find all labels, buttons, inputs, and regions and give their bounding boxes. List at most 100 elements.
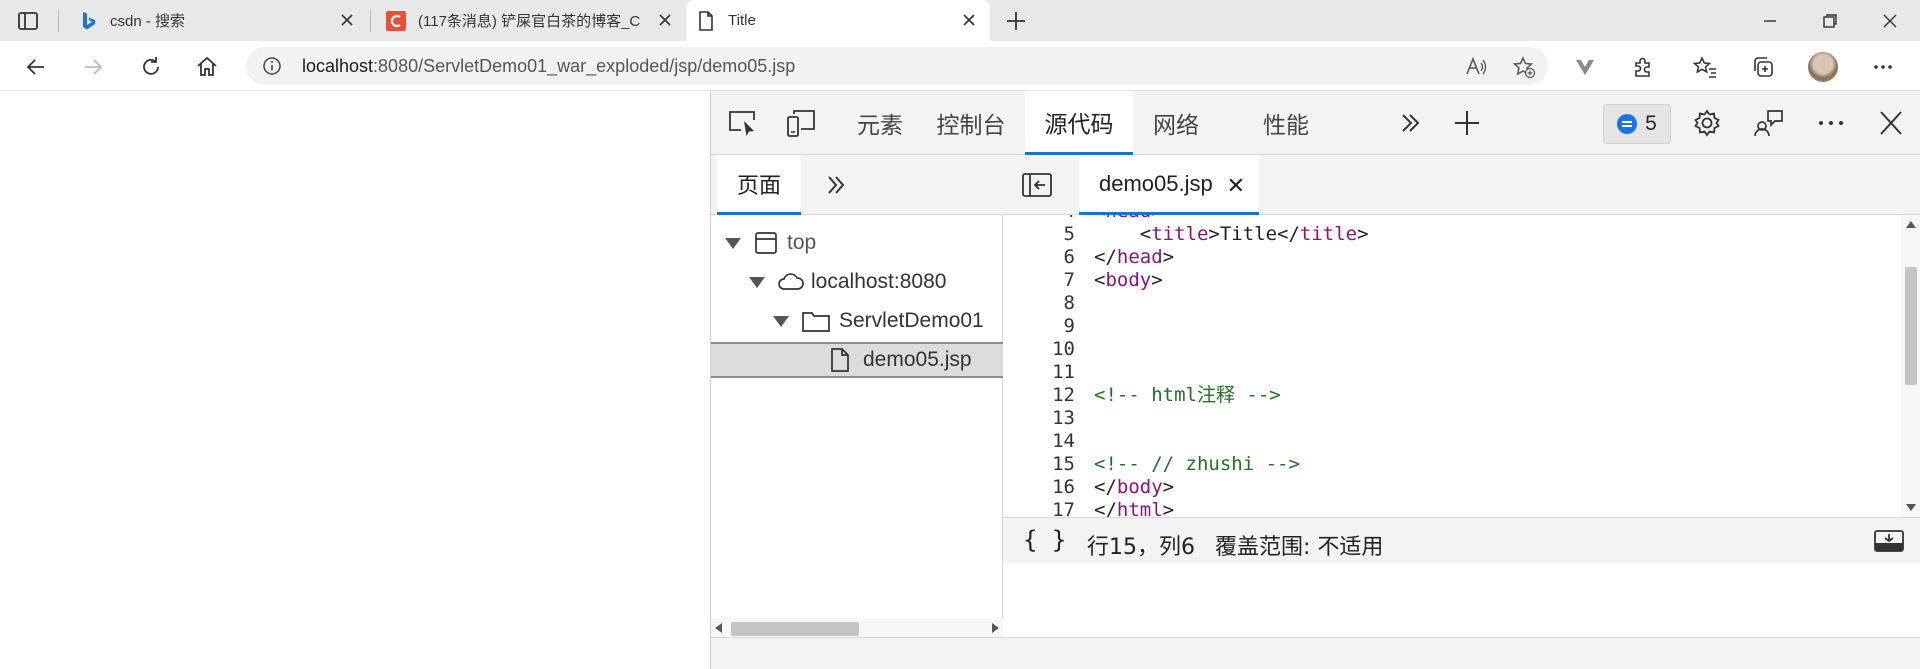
address-bar[interactable]: localhost:8080/ServletDemo01_war_explode…	[246, 47, 1548, 85]
settings-gear-icon[interactable]	[1691, 108, 1723, 138]
tab-performance[interactable]: 性能	[1241, 91, 1331, 155]
add-favorite-icon[interactable]	[1512, 55, 1536, 79]
more-tabs-chevron-icon[interactable]	[1395, 108, 1427, 138]
line-number[interactable]: 17	[1003, 499, 1075, 517]
inspect-element-icon[interactable]	[727, 108, 759, 138]
tab-csdn-search[interactable]: csdn - 搜索	[78, 0, 368, 41]
tree-item-folder[interactable]: ServletDemo01	[711, 305, 1003, 337]
device-emulation-icon[interactable]	[785, 108, 817, 138]
expand-arrow-icon[interactable]	[749, 276, 765, 288]
minimize-icon[interactable]	[1760, 11, 1780, 31]
expand-arrow-icon[interactable]	[773, 315, 789, 327]
restore-icon[interactable]	[1820, 11, 1840, 31]
scrollbar-thumb[interactable]	[1905, 267, 1917, 385]
line-content: </head>	[1094, 246, 1175, 268]
home-icon[interactable]	[194, 54, 220, 80]
tree-label: ServletDemo01	[839, 309, 984, 332]
file-tab-demo05[interactable]: demo05.jsp ✕	[1079, 155, 1259, 215]
back-icon[interactable]	[23, 54, 49, 80]
issues-icon	[1617, 114, 1638, 134]
close-tab-icon[interactable]	[960, 11, 978, 29]
tree-item-demo05[interactable]: demo05.jsp	[711, 342, 1003, 378]
code-line[interactable]: 11	[1003, 361, 1901, 384]
line-number[interactable]: 14	[1003, 430, 1075, 453]
code-line[interactable]: 17 </html>	[1003, 499, 1901, 517]
scroll-right-arrow-icon[interactable]	[992, 623, 999, 633]
line-content: <!-- html注释 -->	[1094, 384, 1281, 406]
drawer-toggle-icon[interactable]	[1873, 528, 1905, 554]
line-number[interactable]: 8	[1003, 292, 1075, 315]
extension-v-icon[interactable]	[1572, 54, 1598, 80]
more-menu-icon[interactable]	[1870, 54, 1896, 80]
line-number[interactable]: 4	[1003, 215, 1075, 223]
code-line[interactable]: 13	[1003, 407, 1901, 430]
add-tab-icon[interactable]	[1451, 108, 1483, 138]
line-number[interactable]: 10	[1003, 338, 1075, 361]
forward-icon[interactable]	[80, 54, 106, 80]
code-line[interactable]: 14	[1003, 430, 1901, 453]
close-tab-icon[interactable]	[656, 11, 674, 29]
more-options-icon[interactable]	[1815, 108, 1847, 138]
tab-network[interactable]: 网络	[1135, 91, 1217, 155]
code-line[interactable]: 4 <head>	[1003, 215, 1901, 223]
tab-elements[interactable]: 元素	[837, 91, 923, 155]
feedback-icon[interactable]	[1753, 108, 1785, 138]
tab-csdn-blog[interactable]: (117条消息) 铲屎官白茶的博客_C	[386, 0, 686, 41]
close-window-icon[interactable]	[1880, 11, 1900, 31]
line-number[interactable]: 15	[1003, 453, 1075, 476]
scrollbar-thumb[interactable]	[731, 622, 859, 636]
tree-label: demo05.jsp	[863, 348, 972, 371]
scroll-up-arrow-icon[interactable]	[1906, 221, 1916, 228]
tab-actions-icon[interactable]	[16, 10, 40, 32]
line-number[interactable]: 13	[1003, 407, 1075, 430]
more-navigator-tabs-icon[interactable]	[823, 171, 851, 199]
pretty-print-button[interactable]: { }	[1023, 526, 1066, 554]
profile-avatar[interactable]	[1808, 52, 1838, 82]
line-number[interactable]: 9	[1003, 315, 1075, 338]
tab-sources[interactable]: 源代码	[1025, 91, 1133, 155]
tab-console[interactable]: 控制台	[923, 91, 1019, 155]
tree-label: localhost:8080	[811, 270, 947, 293]
frame-icon	[753, 230, 779, 256]
close-devtools-icon[interactable]	[1875, 108, 1907, 138]
line-number[interactable]: 7	[1003, 269, 1075, 292]
tab-page[interactable]: 页面	[717, 155, 801, 215]
code-line[interactable]: 7 <body>	[1003, 269, 1901, 292]
tree-item-localhost[interactable]: localhost:8080	[711, 266, 1003, 298]
scroll-left-arrow-icon[interactable]	[715, 623, 722, 633]
line-number[interactable]: 5	[1003, 223, 1075, 246]
toggle-navigator-icon[interactable]	[1021, 172, 1053, 198]
editor-status-bar: { } 行15，列6 覆盖范围: 不适用	[1003, 517, 1920, 563]
line-number[interactable]: 12	[1003, 384, 1075, 407]
scroll-down-arrow-icon[interactable]	[1906, 504, 1916, 511]
close-file-icon[interactable]: ✕	[1227, 173, 1245, 199]
code-line[interactable]: 12 <!-- html注释 -->	[1003, 384, 1901, 407]
collections-icon[interactable]	[1750, 54, 1776, 80]
editor-vertical-scrollbar[interactable]	[1901, 215, 1920, 517]
extensions-icon[interactable]	[1630, 54, 1656, 80]
navigator-horizontal-scrollbar[interactable]	[711, 618, 1003, 638]
code-line[interactable]: 10	[1003, 338, 1901, 361]
code-line[interactable]: 16 </body>	[1003, 476, 1901, 499]
code-line[interactable]: 15 <!-- // zhushi -->	[1003, 453, 1901, 476]
info-icon[interactable]	[262, 56, 282, 76]
issues-counter-button[interactable]: 5	[1603, 104, 1671, 144]
expand-arrow-icon[interactable]	[725, 237, 741, 249]
tab-title-page[interactable]: Title	[686, 0, 990, 41]
code-line[interactable]: 8	[1003, 292, 1901, 315]
folder-icon	[801, 308, 831, 334]
url-text[interactable]: localhost:8080/ServletDemo01_war_explode…	[302, 56, 795, 77]
refresh-icon[interactable]	[138, 54, 164, 80]
line-number[interactable]: 16	[1003, 476, 1075, 499]
favorites-icon[interactable]	[1692, 54, 1718, 80]
code-line[interactable]: 5 <title>Title</title>	[1003, 223, 1901, 246]
close-tab-icon[interactable]	[338, 11, 356, 29]
line-number[interactable]: 6	[1003, 246, 1075, 269]
new-tab-icon[interactable]	[1004, 9, 1028, 33]
read-aloud-icon[interactable]	[1464, 55, 1488, 79]
code-view[interactable]: 4<head>5 <title>Title</title>6 </head>7<b…	[1003, 215, 1901, 517]
code-line[interactable]: 6 </head>	[1003, 246, 1901, 269]
line-number[interactable]: 11	[1003, 361, 1075, 384]
code-line[interactable]: 9	[1003, 315, 1901, 338]
tree-item-top[interactable]: top	[711, 227, 1003, 259]
